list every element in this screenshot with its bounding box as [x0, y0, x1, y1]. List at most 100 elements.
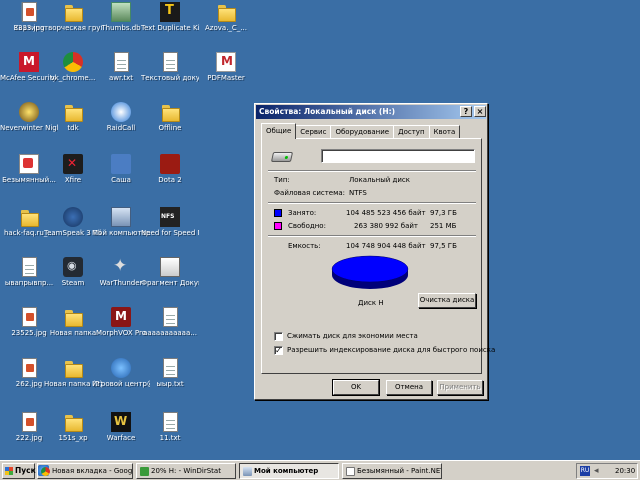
filesystem-label: Файловая система: — [274, 189, 346, 197]
desktop-icon-label: Text Duplicate Killer — [141, 24, 199, 32]
filesystem-value: NTFS — [349, 189, 367, 197]
volume-icon[interactable]: ◂ — [594, 467, 603, 476]
index-checkbox[interactable]: ✓ — [274, 346, 283, 355]
tab-sharing[interactable]: Доступ — [393, 125, 430, 139]
tab-hardware[interactable]: Оборудование — [330, 125, 395, 139]
paint-image-icon — [19, 154, 39, 174]
image-file-icon — [21, 2, 37, 22]
used-space-color-swatch — [274, 209, 282, 217]
desktop-icon[interactable]: Need for Speed Mos... — [141, 205, 199, 251]
used-label: Занято: — [288, 209, 317, 217]
task-label: Новая вкладка - Google... — [52, 467, 133, 475]
used-bytes: 104 485 523 456 байт — [346, 209, 426, 217]
capacity-bytes: 104 748 904 448 байт — [346, 242, 426, 250]
taskbar-task-windirstat[interactable]: 20% H: - WinDirStat — [136, 463, 236, 479]
mcafee-icon — [19, 52, 39, 72]
warface-icon — [111, 412, 131, 432]
drive-icon — [270, 152, 294, 162]
apply-button[interactable]: Применить — [437, 380, 483, 395]
dialog-titlebar[interactable]: Свойства: Локальный диск (H:) ? × — [256, 105, 486, 119]
my-computer-icon — [243, 467, 252, 476]
paint-net-icon — [346, 467, 355, 476]
text-file-icon — [162, 412, 178, 432]
desktop-icon-label: Dota 2 — [158, 176, 182, 184]
folder-icon — [63, 358, 83, 378]
task-label: Мой компьютер — [254, 467, 319, 475]
folder-icon — [216, 2, 236, 22]
chrome-icon — [63, 52, 83, 72]
index-checkbox-label: Разрешить индексирование диска для быстр… — [287, 346, 496, 354]
my-computer-icon — [111, 207, 131, 227]
disk-cleanup-button[interactable]: Очистка диска — [418, 293, 476, 308]
start-button[interactable]: Пуск — [2, 463, 36, 479]
taskbar-task-chrome[interactable]: Новая вкладка - Google... — [37, 463, 133, 479]
desktop-icon-label: Фрагмент Документ 'В... — [141, 279, 199, 287]
desktop-icon[interactable]: Dota 2 — [141, 152, 199, 198]
clock[interactable]: 20:30 — [615, 466, 635, 477]
task-label: 20% H: - WinDirStat — [151, 467, 221, 475]
tab-general[interactable]: Общие — [261, 123, 297, 139]
capacity-size: 97,5 ГБ — [430, 242, 457, 250]
xfire-icon — [63, 154, 83, 174]
text-file-icon — [162, 307, 178, 327]
desktop-icon[interactable]: 11.txt — [141, 410, 199, 456]
tab-quota[interactable]: Квота — [428, 125, 461, 139]
thumbs-db-icon — [111, 2, 131, 22]
image-file-icon — [21, 412, 37, 432]
disk-properties-dialog: Свойства: Локальный диск (H:) ? × Общие … — [254, 103, 495, 400]
folder-icon — [19, 207, 39, 227]
pdfmaster-icon — [216, 52, 236, 72]
desktop-icon-label: 3333.jpg — [13, 24, 45, 32]
desktop-icon-label: PDFMaster — [207, 74, 245, 82]
ok-button[interactable]: OK — [332, 379, 380, 396]
separator — [268, 170, 476, 172]
taskbar-task-paint-net[interactable]: Безымянный - Paint.NET... — [342, 463, 442, 479]
compress-checkbox[interactable] — [274, 332, 283, 341]
desktop-icon[interactable]: ааааааааааа... — [141, 305, 199, 351]
type-label: Тип: — [274, 176, 290, 184]
tab-service[interactable]: Сервис — [295, 125, 332, 139]
desktop-icon[interactable]: ыыр.txt — [141, 356, 199, 402]
desktop-icon[interactable]: 3333.jpg — [0, 0, 58, 46]
folder-icon — [63, 102, 83, 122]
desktop-icon[interactable]: Offline — [141, 100, 199, 146]
desktop-icon[interactable]: Текстовый докумен... — [141, 50, 199, 96]
close-button[interactable]: × — [474, 106, 486, 117]
free-bytes: 263 380 992 байт — [354, 222, 418, 230]
desktop-icon[interactable]: Text Duplicate Killer — [141, 0, 199, 46]
image-file-icon — [21, 307, 37, 327]
taskbar: Пуск Новая вкладка - Google... 20% H: - … — [0, 460, 640, 480]
help-button[interactable]: ? — [460, 106, 472, 117]
teamspeak-icon — [63, 207, 83, 227]
game-center-icon — [111, 358, 131, 378]
volume-name-input[interactable] — [321, 149, 475, 163]
text-file-icon — [162, 358, 178, 378]
desktop-icon-label: Текстовый докумен... — [141, 74, 199, 82]
compress-checkbox-label: Сжимать диск для экономии места — [287, 332, 418, 340]
cancel-button[interactable]: Отмена — [386, 380, 432, 395]
task-label: Безымянный - Paint.NET... — [357, 467, 442, 475]
steam-icon — [63, 257, 83, 277]
dota2-icon — [160, 154, 180, 174]
chrome-icon — [41, 467, 50, 476]
shortcut-icon — [111, 154, 131, 174]
free-space-color-swatch — [274, 222, 282, 230]
desktop-icon[interactable]: PDFMaster — [197, 50, 255, 96]
general-tab-panel: Тип: Локальный диск Файловая система: NT… — [261, 138, 495, 374]
desktop-icon-label: Offline — [158, 124, 182, 132]
language-indicator[interactable]: RU — [580, 466, 590, 476]
disk-usage-pie-chart — [331, 255, 409, 289]
folder-icon — [63, 307, 83, 327]
type-value: Локальный диск — [349, 176, 411, 184]
neverwinter-icon — [19, 102, 39, 122]
desktop-icon[interactable]: Azova._C_... — [197, 0, 255, 46]
taskbar-task-my-computer[interactable]: Мой компьютер — [239, 463, 339, 479]
nfs-icon — [160, 207, 180, 227]
separator — [268, 202, 476, 204]
desktop-icon[interactable]: Фрагмент Документ 'В... — [141, 255, 199, 301]
fragment-icon — [160, 257, 180, 277]
pie-used-slice — [331, 255, 409, 283]
separator — [268, 235, 476, 237]
desktop-icon-label: ааааааааааа... — [143, 329, 197, 337]
text-duplicate-killer-icon — [160, 2, 180, 22]
